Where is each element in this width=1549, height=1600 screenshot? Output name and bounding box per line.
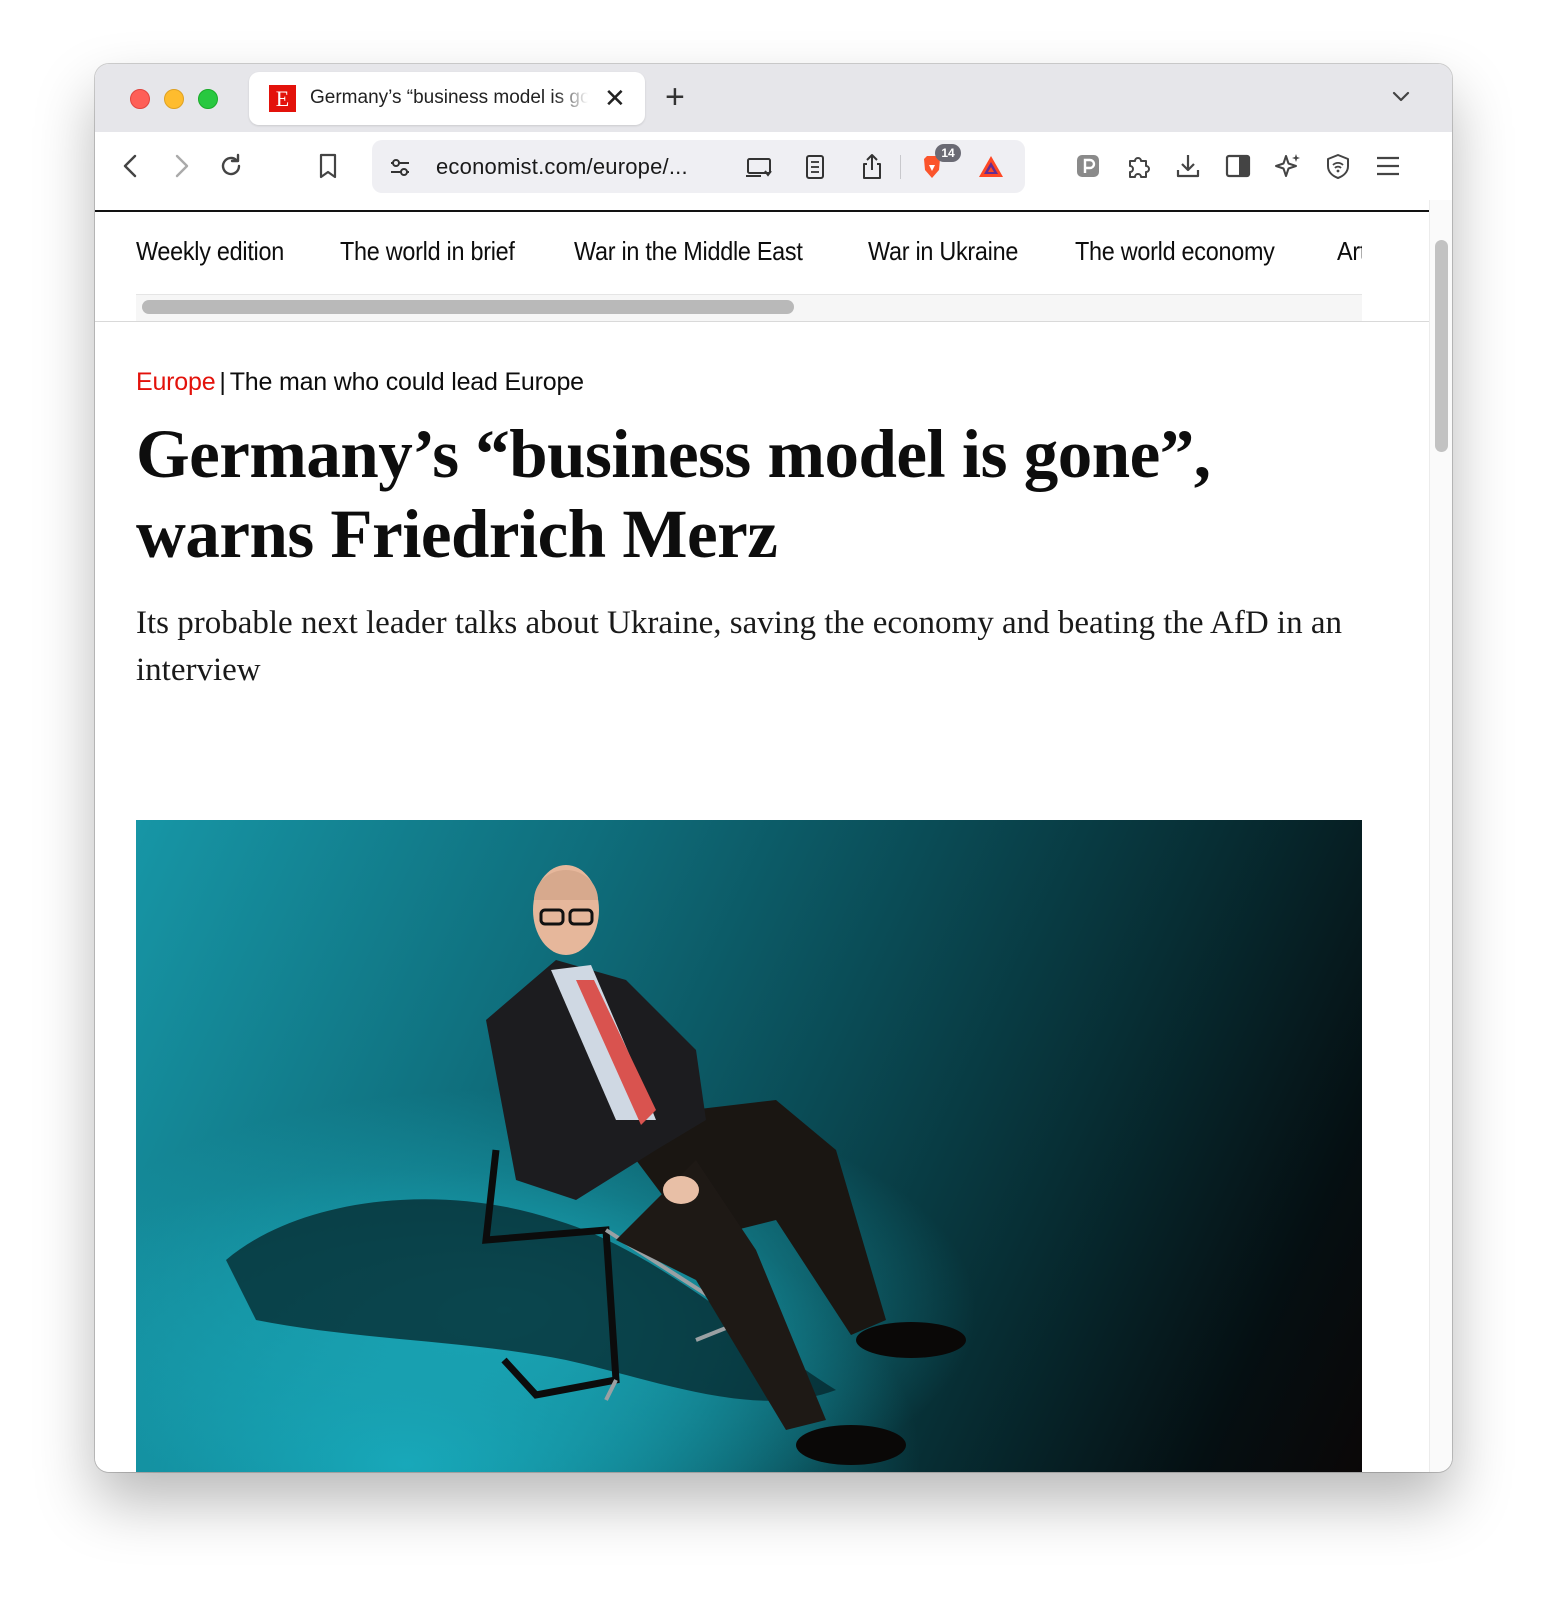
share-icon[interactable] (852, 147, 892, 187)
portrait-of-seated-man (226, 865, 966, 1465)
vpn-shield-icon[interactable] (1318, 146, 1358, 186)
tab-title: Germany’s “business model is gone”, warn… (310, 87, 588, 108)
masthead-rule (95, 210, 1429, 212)
menu-hamburger-icon[interactable] (1368, 146, 1408, 186)
ai-sparkle-icon[interactable] (1268, 146, 1308, 186)
zoom-window-button[interactable] (198, 89, 218, 109)
close-tab-icon[interactable]: ✕ (604, 83, 626, 113)
forward-chevron-right-icon[interactable] (161, 146, 201, 186)
shields-count-badge: 14 (935, 144, 961, 162)
nav-item-middle-east[interactable]: War in the Middle East (574, 236, 803, 267)
nav-scrollbar-thumb[interactable] (142, 300, 794, 314)
article-headline: Germany’s “business model is gone”, warn… (136, 416, 1211, 572)
cast-icon[interactable] (739, 147, 779, 187)
url-text[interactable]: economist.com/europe/... (436, 154, 688, 180)
password-manager-icon[interactable] (1068, 146, 1108, 186)
page-content: Weekly edition The world in brief War in t… (95, 200, 1429, 1472)
nav-item-artificial-intelligence[interactable]: Artifi (1337, 236, 1362, 267)
active-tab[interactable]: E Germany’s “business model is gone”, wa… (249, 72, 645, 125)
economist-favicon-icon: E (269, 85, 296, 112)
nav-scrollbar[interactable] (136, 294, 1362, 322)
reload-icon[interactable] (211, 146, 251, 186)
extensions-puzzle-icon[interactable] (1118, 146, 1158, 186)
nav-item-weekly-edition[interactable]: Weekly edition (136, 236, 284, 267)
minimize-window-button[interactable] (164, 89, 184, 109)
page-vertical-scrollbar[interactable] (1429, 200, 1452, 1472)
nav-item-ukraine[interactable]: War in Ukraine (868, 236, 1018, 267)
section-nav: Weekly edition The world in brief War in t… (136, 236, 1362, 276)
article-standfirst: Its probable next leader talks about Ukr… (136, 605, 1342, 688)
section-link[interactable]: Europe (136, 368, 216, 396)
new-tab-plus-icon[interactable]: + (665, 78, 685, 116)
address-bar-divider (900, 155, 901, 179)
reader-mode-icon[interactable] (795, 147, 835, 187)
site-settings-sliders-icon[interactable] (380, 147, 420, 187)
bookmark-icon[interactable] (308, 146, 348, 186)
tab-strip: E Germany’s “business model is gone”, wa… (95, 64, 1452, 132)
rubric-separator: | (219, 368, 226, 396)
back-chevron-left-icon[interactable] (111, 146, 151, 186)
sidebar-icon[interactable] (1218, 146, 1258, 186)
tab-list-chevron-down-icon[interactable] (1385, 81, 1417, 113)
hero-photo (136, 820, 1362, 1472)
rewards-triangle-icon[interactable] (971, 147, 1011, 187)
fly-title: The man who could lead Europe (229, 368, 584, 396)
article-rubric: Europe | The man who could lead Europe (136, 368, 584, 397)
browser-window: E Germany’s “business model is gone”, wa… (95, 64, 1452, 1472)
nav-divider (95, 321, 1429, 322)
browser-toolbar: economist.com/europe/... 14 (95, 132, 1452, 200)
page-scrollbar-thumb[interactable] (1435, 240, 1448, 452)
address-bar[interactable]: economist.com/europe/... 14 (372, 140, 1025, 193)
nav-item-world-economy[interactable]: The world economy (1075, 236, 1275, 267)
nav-item-world-in-brief[interactable]: The world in brief (340, 236, 515, 267)
download-icon[interactable] (1168, 146, 1208, 186)
close-window-button[interactable] (130, 89, 150, 109)
